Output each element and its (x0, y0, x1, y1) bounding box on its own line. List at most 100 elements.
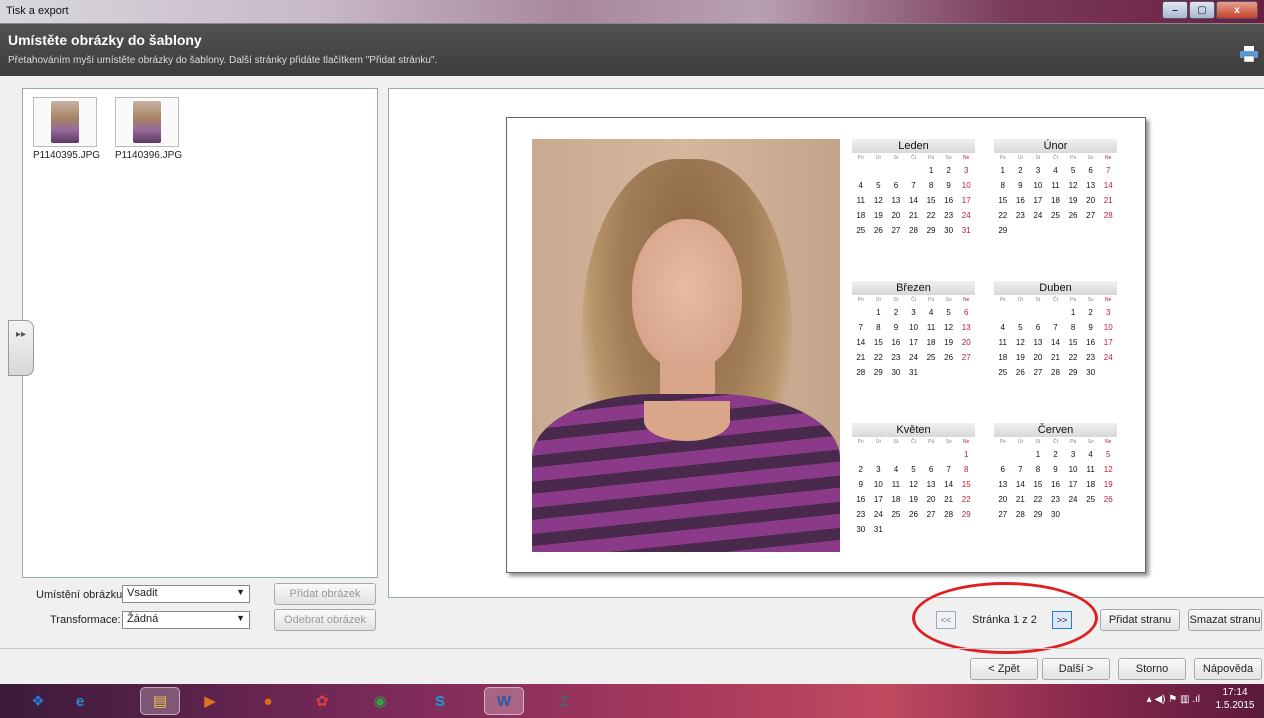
day-number: 29 (873, 368, 883, 377)
day-number: 4 (858, 181, 863, 190)
month-name: Leden (852, 139, 975, 153)
weekday-label: Pá (1070, 439, 1077, 445)
image-list-panel[interactable]: P1140395.JPG P1140396.JPG (22, 88, 378, 578)
placement-label: Umístění obrázku: (36, 589, 126, 601)
day-number: 21 (856, 353, 866, 362)
day-number: 8 (1070, 323, 1076, 332)
day-number: 25 (1051, 211, 1060, 220)
back-button[interactable]: < Zpět (970, 658, 1038, 680)
system-tray[interactable]: ▴ ◀) ⚑ ▥ .ıl (1147, 694, 1200, 718)
day-number: 13 (891, 196, 901, 205)
day-number: 29 (961, 510, 971, 519)
photos-icon[interactable]: ✿ (308, 687, 336, 715)
day-number: 13 (1086, 181, 1096, 190)
day-number: 6 (1000, 465, 1005, 474)
day-number: 26 (873, 226, 883, 235)
day-number: 3 (1070, 450, 1076, 459)
weekday-label: Pá (928, 297, 935, 303)
placed-photo[interactable] (532, 139, 840, 552)
close-button[interactable]: x (1216, 1, 1258, 19)
maximize-button[interactable]: ▢ (1189, 1, 1215, 19)
day-number: 18 (891, 495, 901, 504)
next-button[interactable]: Další > (1042, 658, 1110, 680)
day-number: 19 (909, 495, 918, 504)
day-number: 13 (961, 323, 971, 332)
day-number: 21 (944, 495, 954, 504)
window-title: Tisk a export (6, 5, 69, 17)
weekday-label: St (1035, 155, 1041, 161)
day-number: 26 (1015, 368, 1025, 377)
skype-icon[interactable]: S (426, 687, 454, 715)
day-number: 27 (961, 353, 971, 362)
cancel-button[interactable]: Storno (1118, 658, 1186, 680)
day-number: 24 (1103, 353, 1113, 362)
file-explorer-icon[interactable]: ▤ (140, 687, 180, 715)
minimize-button[interactable]: – (1162, 1, 1188, 19)
help-button[interactable]: Nápověda (1194, 658, 1262, 680)
day-number: 27 (891, 226, 901, 235)
day-number: 15 (926, 196, 936, 205)
day-number: 1 (876, 308, 881, 317)
day-number: 12 (1015, 338, 1025, 347)
day-number: 1 (928, 166, 934, 175)
thumbnail-item[interactable]: P1140395.JPG (33, 97, 101, 161)
day-number: 27 (1033, 368, 1043, 377)
thumbnail-image (133, 101, 161, 143)
day-number: 24 (909, 353, 918, 362)
month-name: Duben (994, 281, 1117, 295)
transform-select[interactable]: Žádná ▼ (122, 611, 250, 629)
windows-start-icon[interactable]: ❖ (24, 687, 52, 715)
day-number: 10 (1103, 323, 1113, 332)
empty-day (905, 163, 923, 178)
day-number: 16 (856, 495, 866, 504)
calendar-month: Červen Po Út St Čt Pá So Ne 1 2 3 4 5 6 7 8 9 10 11 12 13 14 1… (994, 423, 1117, 522)
day-number: 6 (963, 308, 969, 317)
day-number: 14 (944, 480, 954, 489)
placement-value: Vsadit (127, 587, 158, 599)
clock-date: 1.5.2015 (1215, 700, 1255, 711)
day-number: 28 (909, 226, 918, 235)
empty-day (994, 305, 1012, 320)
day-number: 26 (909, 510, 918, 519)
transform-value: Žádná (127, 613, 159, 625)
day-number: 7 (858, 323, 863, 332)
day-number: 16 (1051, 480, 1060, 489)
day-number: 6 (893, 181, 899, 190)
placement-select[interactable]: Vsadit ▼ (122, 585, 250, 603)
day-number: 2 (1018, 166, 1023, 175)
thumbnail-item[interactable]: P1140396.JPG (115, 97, 182, 161)
weekday-label: Čt (910, 439, 916, 445)
day-number: 30 (891, 368, 901, 377)
add-page-button[interactable]: Přidat stranu (1100, 609, 1180, 631)
thumbnail-label: P1140395.JPG (33, 150, 101, 161)
remove-image-button[interactable]: Odebrat obrázek (274, 609, 376, 631)
weekday-label: Ne (1105, 297, 1112, 303)
chrome-icon[interactable]: ◉ (366, 687, 394, 715)
weekday-label: So (945, 155, 952, 161)
day-number: 20 (926, 495, 936, 504)
weekday-label: So (1087, 297, 1094, 303)
day-number: 11 (856, 196, 865, 205)
day-number: 17 (1068, 480, 1078, 489)
delete-page-button[interactable]: Smazat stranu (1188, 609, 1262, 631)
day-number: 31 (873, 525, 883, 534)
firefox-icon[interactable]: ● (254, 687, 282, 715)
day-number: 3 (876, 465, 881, 474)
month-name: Únor (994, 139, 1117, 153)
day-number: 27 (998, 510, 1008, 519)
day-number: 7 (911, 181, 916, 190)
day-number: 24 (873, 510, 883, 519)
day-number: 30 (856, 525, 866, 534)
window-title-bar: Tisk a export – ▢ x (0, 0, 1264, 24)
calendar-month: Březen Po Út St Čt Pá So Ne 1 2 3 4 5 6 7 8 9 10 11 12 13 14 1… (852, 281, 975, 380)
media-player-icon[interactable]: ▶ (196, 687, 224, 715)
day-number: 24 (961, 211, 971, 220)
add-image-button[interactable]: Přidat obrázek (274, 583, 376, 605)
internet-explorer-icon[interactable]: e (66, 687, 94, 715)
taskbar-clock[interactable]: 17:14 1.5.2015 (1210, 686, 1260, 712)
zoner-icon[interactable]: Z (550, 687, 578, 715)
day-number: 31 (961, 226, 971, 235)
word-icon[interactable]: W (484, 687, 524, 715)
panel-collapse-handle[interactable]: ▸▸ (8, 320, 34, 376)
day-number: 27 (926, 510, 936, 519)
